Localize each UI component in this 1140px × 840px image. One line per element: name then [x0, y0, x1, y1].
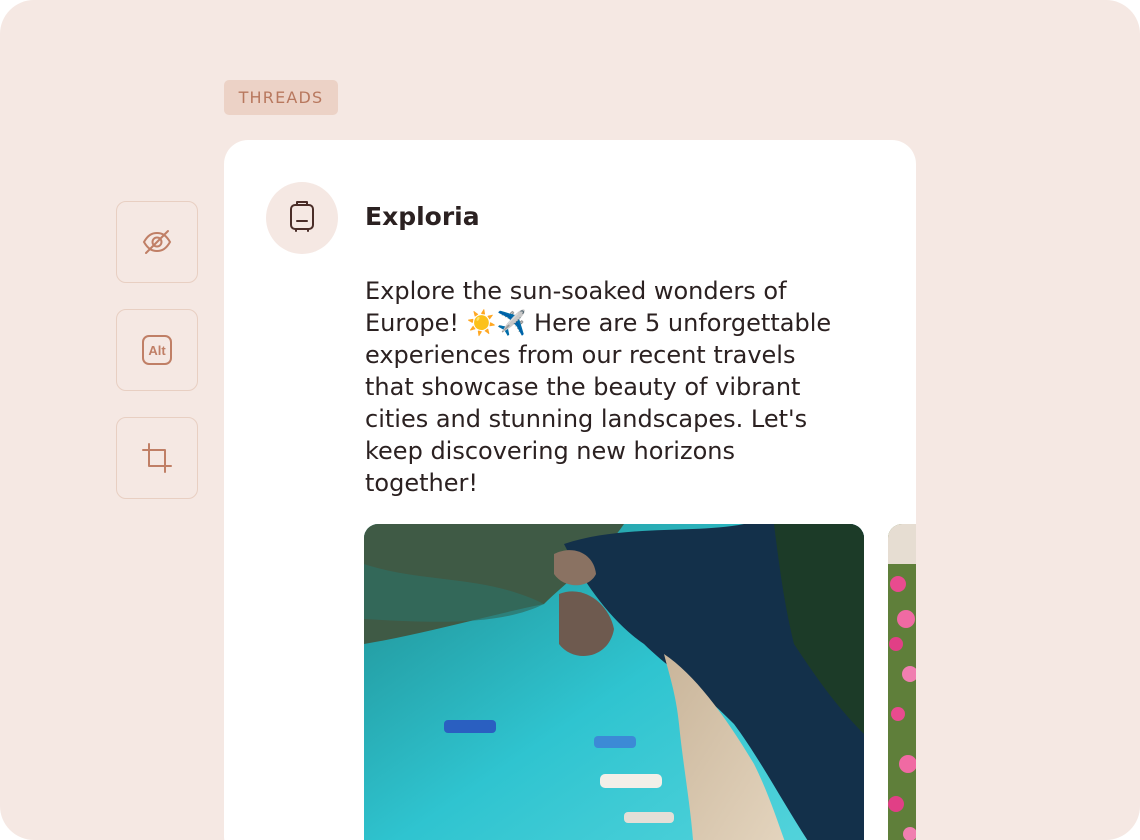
platform-badge: THREADS — [224, 80, 338, 115]
editor-canvas: THREADS Alt Exploria Explore the sun-soa… — [0, 0, 1140, 840]
suitcase-icon — [287, 199, 317, 237]
eye-off-icon — [141, 226, 173, 258]
avatar — [266, 182, 338, 254]
alt-text-label: Alt — [148, 343, 166, 358]
beach-aerial-photo[interactable] — [364, 524, 864, 840]
account-name: Exploria — [365, 202, 480, 231]
hide-button[interactable] — [116, 201, 198, 283]
flowers-photo[interactable] — [888, 524, 916, 840]
crop-button[interactable] — [116, 417, 198, 499]
alt-text-icon: Alt — [140, 333, 174, 367]
post-card: Exploria Explore the sun-soaked wonders … — [224, 140, 916, 840]
post-text: Explore the sun-soaked wonders of Europe… — [365, 277, 832, 497]
alt-text-button[interactable]: Alt — [116, 309, 198, 391]
crop-icon — [140, 441, 174, 475]
